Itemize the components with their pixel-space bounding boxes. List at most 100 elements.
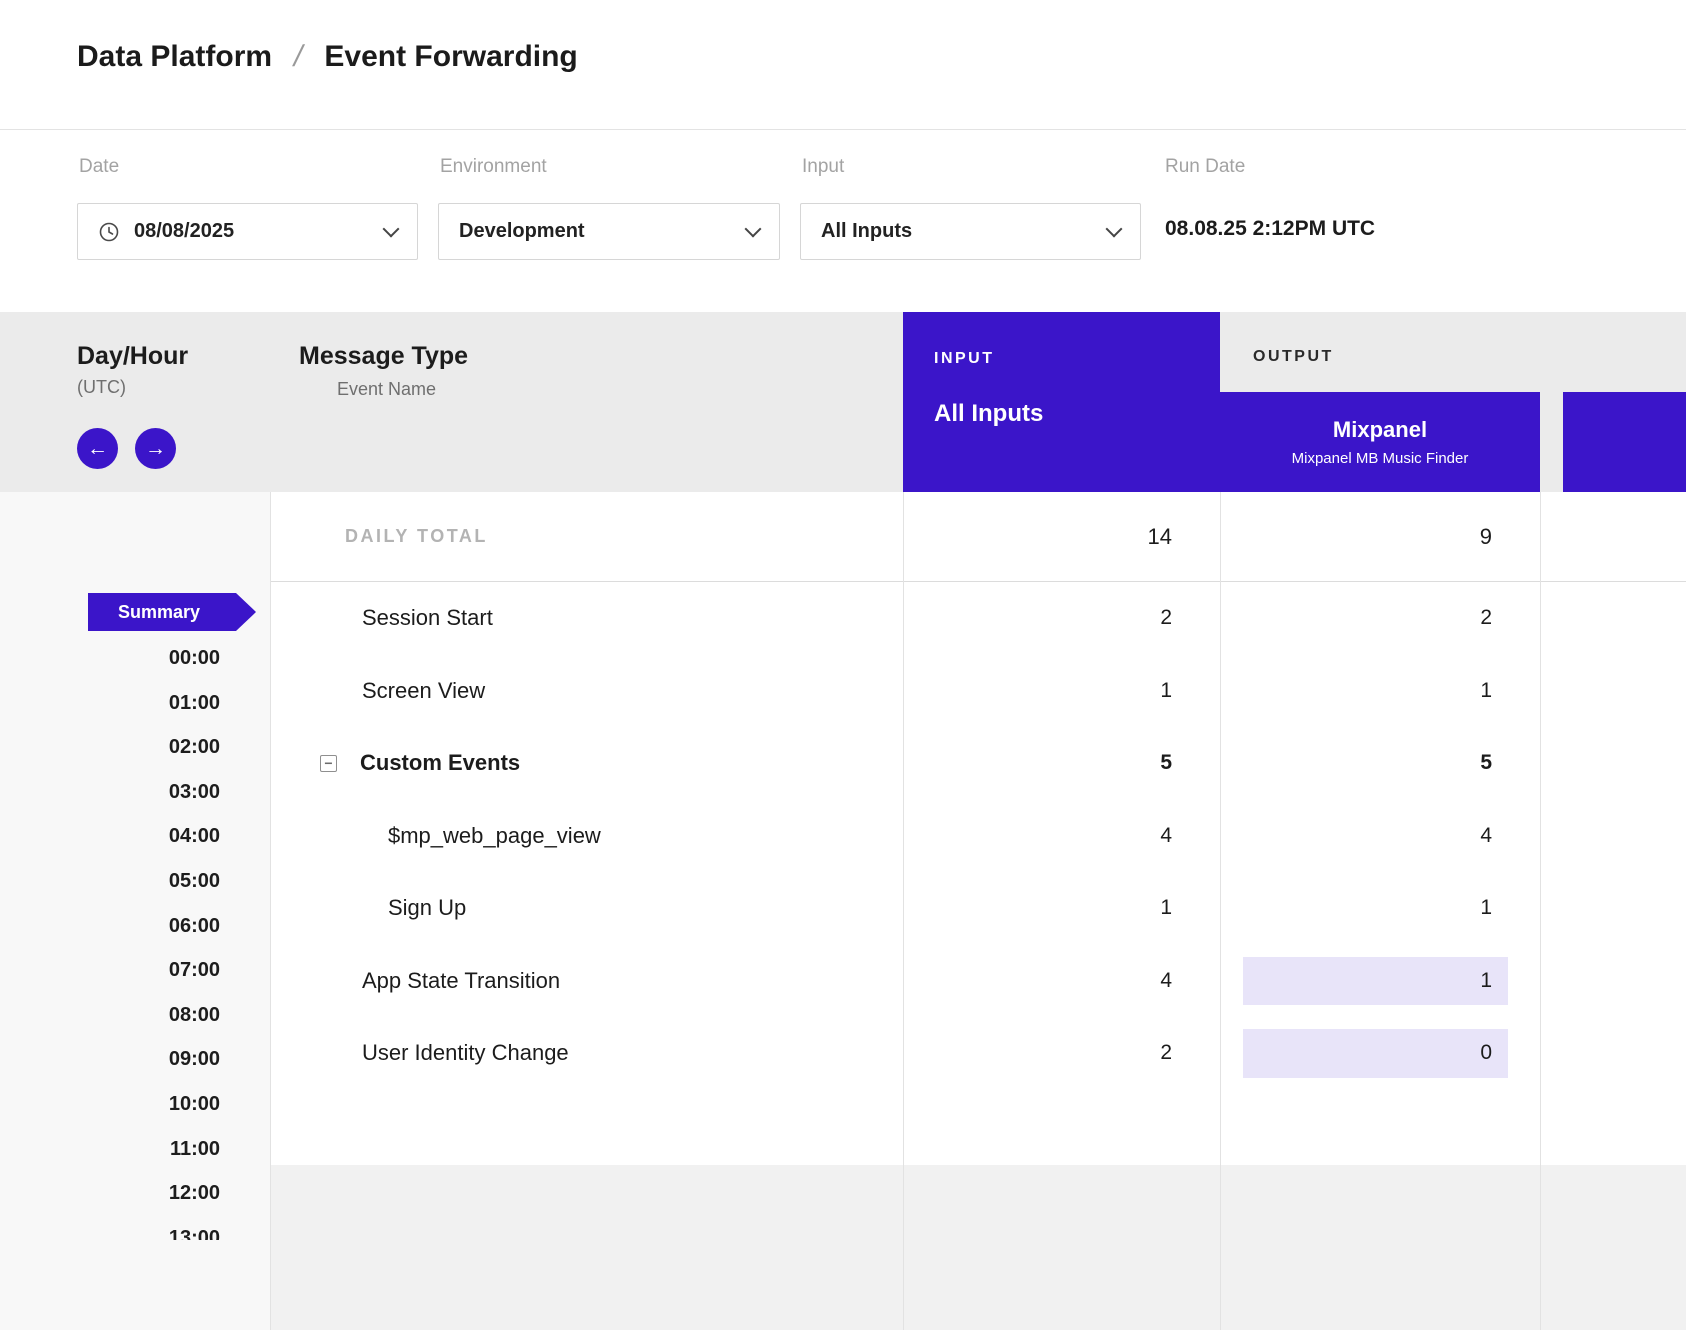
output-cell-highlighted: 0 bbox=[1220, 1017, 1540, 1090]
row-name: − Custom Events bbox=[270, 727, 903, 800]
chevron-down-icon bbox=[383, 220, 400, 237]
hour-row-label[interactable]: 01:00 bbox=[90, 681, 220, 726]
table-footer-band bbox=[270, 1165, 1686, 1330]
output-count: 1 bbox=[1220, 655, 1540, 728]
input-count: 2 bbox=[903, 582, 1220, 655]
column-divider bbox=[903, 492, 904, 1330]
daily-total-output: 9 bbox=[1220, 492, 1540, 581]
output-column-label: OUTPUT bbox=[1253, 348, 1334, 366]
table-row-group: − Custom Events 5 5 bbox=[270, 727, 1686, 800]
row-name: $mp_web_page_view bbox=[270, 800, 903, 873]
event-name-subtitle: Event Name bbox=[337, 379, 468, 400]
row-name: Screen View bbox=[270, 655, 903, 728]
table-row: App State Transition 4 1 bbox=[270, 945, 1686, 1018]
table-row: Session Start 2 2 bbox=[270, 582, 1686, 655]
hour-row-label[interactable]: 00:00 bbox=[90, 636, 220, 681]
message-type-header: Message Type Event Name bbox=[299, 342, 468, 400]
summary-flag[interactable]: Summary bbox=[88, 593, 256, 631]
event-forwarding-page: Data Platform / Event Forwarding Date 08… bbox=[0, 0, 1686, 1330]
breadcrumb-separator: / bbox=[290, 40, 306, 74]
input-column-header[interactable]: INPUT All Inputs bbox=[903, 312, 1220, 492]
next-day-button[interactable]: → bbox=[135, 428, 176, 469]
row-name: User Identity Change bbox=[270, 1017, 903, 1090]
run-date-label: Run Date bbox=[1165, 156, 1245, 178]
output-connector-partial[interactable] bbox=[1563, 392, 1686, 492]
hour-row-label[interactable]: 04:00 bbox=[90, 814, 220, 859]
run-date-value: 08.08.25 2:12PM UTC bbox=[1165, 217, 1375, 241]
input-count: 1 bbox=[903, 872, 1220, 945]
highlight-cell: 1 bbox=[1243, 957, 1508, 1006]
hour-row-label[interactable]: 09:00 bbox=[90, 1037, 220, 1082]
date-dropdown[interactable]: 08/08/2025 bbox=[77, 203, 418, 260]
day-hour-header: Day/Hour (UTC) bbox=[77, 342, 188, 398]
input-count: 4 bbox=[903, 800, 1220, 873]
environment-dropdown[interactable]: Development bbox=[438, 203, 780, 260]
arrow-left-icon: ← bbox=[87, 437, 108, 461]
input-column-selection: All Inputs bbox=[934, 400, 1220, 428]
row-name: Sign Up bbox=[270, 872, 903, 945]
table-row-child: $mp_web_page_view 4 4 bbox=[270, 800, 1686, 873]
input-count: 5 bbox=[903, 727, 1220, 800]
row-name: App State Transition bbox=[270, 945, 903, 1018]
column-divider bbox=[1220, 492, 1221, 1330]
column-divider bbox=[270, 492, 271, 1330]
date-nav: ← → bbox=[77, 428, 176, 469]
hour-row-label[interactable]: 03:00 bbox=[90, 770, 220, 815]
page-title: Event Forwarding bbox=[324, 40, 577, 74]
input-count: 1 bbox=[903, 655, 1220, 728]
breadcrumb-section[interactable]: Data Platform bbox=[77, 40, 272, 74]
hour-row-label[interactable]: 02:00 bbox=[90, 725, 220, 770]
hour-row-label[interactable]: 11:00 bbox=[90, 1127, 220, 1172]
output-count: 0 bbox=[1480, 1041, 1492, 1065]
date-label: Date bbox=[79, 156, 119, 178]
environment-value: Development bbox=[459, 220, 585, 243]
hour-list: 00:00 01:00 02:00 03:00 04:00 05:00 06:0… bbox=[90, 636, 220, 1240]
arrow-right-icon: → bbox=[145, 437, 166, 461]
output-count: 1 bbox=[1480, 969, 1492, 993]
hour-row-label[interactable]: 13:00 bbox=[90, 1216, 220, 1240]
day-hour-title: Day/Hour bbox=[77, 342, 188, 371]
day-hour-subtitle: (UTC) bbox=[77, 377, 188, 398]
chevron-down-icon bbox=[1106, 220, 1123, 237]
output-connector-mixpanel[interactable]: Mixpanel Mixpanel MB Music Finder bbox=[1220, 392, 1540, 492]
table-row: User Identity Change 2 0 bbox=[270, 1017, 1686, 1090]
filter-bar: Date 08/08/2025 Environment Development … bbox=[0, 130, 1686, 312]
input-label: Input bbox=[802, 156, 844, 178]
hour-row-label[interactable]: 10:00 bbox=[90, 1082, 220, 1127]
table-header: Day/Hour (UTC) ← → Message Type Event Na… bbox=[0, 312, 1686, 492]
prev-day-button[interactable]: ← bbox=[77, 428, 118, 469]
input-count: 2 bbox=[903, 1017, 1220, 1090]
breadcrumb: Data Platform / Event Forwarding bbox=[77, 40, 578, 74]
hour-row-label[interactable]: 07:00 bbox=[90, 948, 220, 993]
daily-total-label: DAILY TOTAL bbox=[270, 526, 903, 547]
chevron-down-icon bbox=[745, 220, 762, 237]
row-name: Session Start bbox=[270, 582, 903, 655]
input-dropdown[interactable]: All Inputs bbox=[800, 203, 1141, 260]
output-count: 2 bbox=[1220, 582, 1540, 655]
hour-row-label[interactable]: 08:00 bbox=[90, 993, 220, 1038]
clock-icon bbox=[98, 221, 120, 243]
top-bar: Data Platform / Event Forwarding bbox=[0, 0, 1686, 130]
column-divider bbox=[1540, 492, 1541, 1330]
output-count: 1 bbox=[1220, 872, 1540, 945]
collapse-icon[interactable]: − bbox=[320, 755, 337, 772]
highlight-cell: 0 bbox=[1243, 1029, 1508, 1078]
input-column-label: INPUT bbox=[934, 350, 1220, 368]
hour-column: Summary 00:00 01:00 02:00 03:00 04:00 05… bbox=[0, 492, 270, 1330]
table-row-child: Sign Up 1 1 bbox=[270, 872, 1686, 945]
hour-row-label[interactable]: 06:00 bbox=[90, 904, 220, 949]
output-count: 4 bbox=[1220, 800, 1540, 873]
group-row-label: Custom Events bbox=[360, 750, 520, 776]
hour-row-label[interactable]: 12:00 bbox=[90, 1171, 220, 1216]
input-count: 4 bbox=[903, 945, 1220, 1018]
message-type-title: Message Type bbox=[299, 342, 468, 371]
daily-total-input: 14 bbox=[903, 492, 1220, 581]
connector-subtitle: Mixpanel MB Music Finder bbox=[1292, 450, 1469, 467]
environment-label: Environment bbox=[440, 156, 547, 178]
date-value: 08/08/2025 bbox=[134, 220, 234, 243]
output-count: 5 bbox=[1220, 727, 1540, 800]
hour-row-label[interactable]: 05:00 bbox=[90, 859, 220, 904]
output-cell-highlighted: 1 bbox=[1220, 945, 1540, 1018]
input-value: All Inputs bbox=[821, 220, 912, 243]
connector-name: Mixpanel bbox=[1333, 417, 1427, 443]
